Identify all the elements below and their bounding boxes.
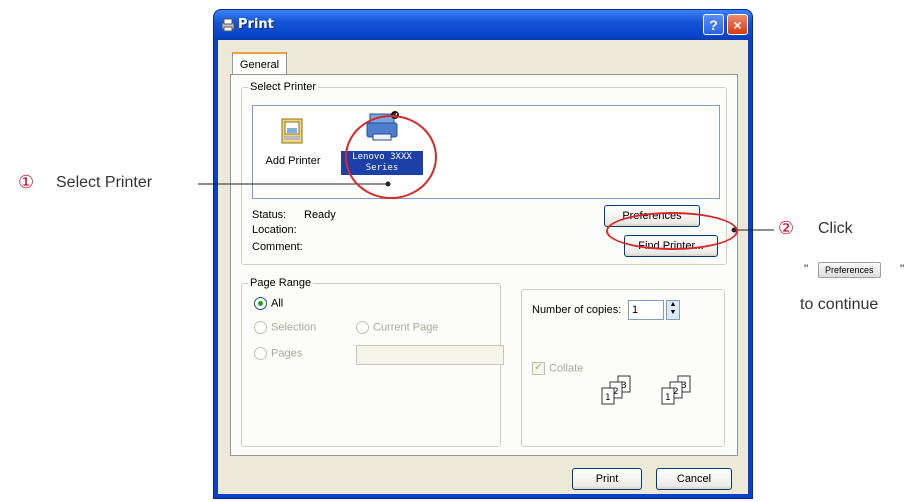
- add-printer-label: Add Printer: [265, 155, 321, 167]
- radio-current-page: Current Page: [356, 321, 438, 334]
- printer-item-add-printer[interactable]: Add Printer: [263, 116, 323, 167]
- quote-open: ": [804, 262, 809, 276]
- step1-text: Select Printer: [56, 174, 153, 191]
- close-button[interactable]: ×: [727, 14, 748, 35]
- tab-general[interactable]: General: [232, 52, 287, 74]
- title-bar[interactable]: Print ? ×: [214, 10, 752, 40]
- print-button[interactable]: Print: [572, 468, 642, 490]
- status-value: Ready: [304, 209, 336, 221]
- radio-selection-label: Selection: [271, 321, 317, 334]
- copies-spinner[interactable]: ▲ ▼: [666, 300, 680, 320]
- collate-pages-icon-2: 3 2 1: [661, 375, 691, 405]
- collate-check-indicator: ✓: [532, 362, 545, 375]
- status-label: Status:: [252, 209, 287, 221]
- page-range-legend: Page Range: [250, 277, 312, 289]
- svg-text:1: 1: [665, 393, 671, 403]
- collate-pages-icon: 3 2 1: [601, 375, 631, 405]
- location-label: Location:: [252, 224, 297, 236]
- window-title: Print: [238, 17, 274, 32]
- pages-input: [356, 345, 504, 365]
- radio-selection: Selection: [254, 321, 316, 334]
- radio-current-page-indicator: [356, 321, 369, 334]
- comment-label: Comment:: [252, 241, 303, 253]
- number-of-copies-label: Number of copies:: [532, 304, 622, 316]
- step2-text: Click: [818, 220, 853, 237]
- printer-highlight-oval: [345, 115, 437, 199]
- step2-number: ②: [778, 218, 795, 238]
- radio-pages-indicator: [254, 347, 267, 360]
- preferences-chip: Preferences: [818, 262, 881, 278]
- tab-panel-general: Select Printer Add Printer Lenovo 3XXX S…: [230, 74, 738, 456]
- printer-icon: [221, 18, 235, 32]
- copies-input[interactable]: 1: [628, 300, 664, 320]
- print-dialog: Print ? × General Select Printer Add Pri…: [214, 10, 752, 498]
- radio-all-indicator[interactable]: [254, 297, 267, 310]
- radio-selection-indicator: [254, 321, 267, 334]
- quote-close: ": [900, 262, 905, 276]
- page-range-group: Page Range All Selection Current Page Pa…: [241, 277, 504, 447]
- collate-checkbox: ✓ Collate: [532, 362, 583, 375]
- copies-group: Number of copies: 1 ▲ ▼ ✓ Collate 3 2 1 3 …: [521, 289, 725, 447]
- svg-text:1: 1: [605, 393, 611, 403]
- printer-list[interactable]: Add Printer Lenovo 3XXX Series: [252, 105, 720, 199]
- radio-all-label: All: [271, 297, 284, 310]
- radio-pages: Pages: [254, 347, 302, 360]
- cancel-button[interactable]: Cancel: [656, 468, 732, 490]
- select-printer-legend: Select Printer: [250, 81, 317, 93]
- preferences-highlight-oval: [606, 212, 738, 250]
- help-button[interactable]: ?: [703, 14, 724, 35]
- radio-current-page-label: Current Page: [373, 321, 439, 334]
- dialog-body: General Select Printer Add Printer Lenov…: [218, 40, 748, 494]
- step1-number: ①: [18, 172, 35, 192]
- add-printer-icon: [281, 118, 303, 144]
- continue-text: to continue: [800, 296, 879, 313]
- radio-all[interactable]: All: [254, 297, 283, 310]
- radio-pages-label: Pages: [271, 347, 303, 360]
- collate-label: Collate: [549, 362, 584, 375]
